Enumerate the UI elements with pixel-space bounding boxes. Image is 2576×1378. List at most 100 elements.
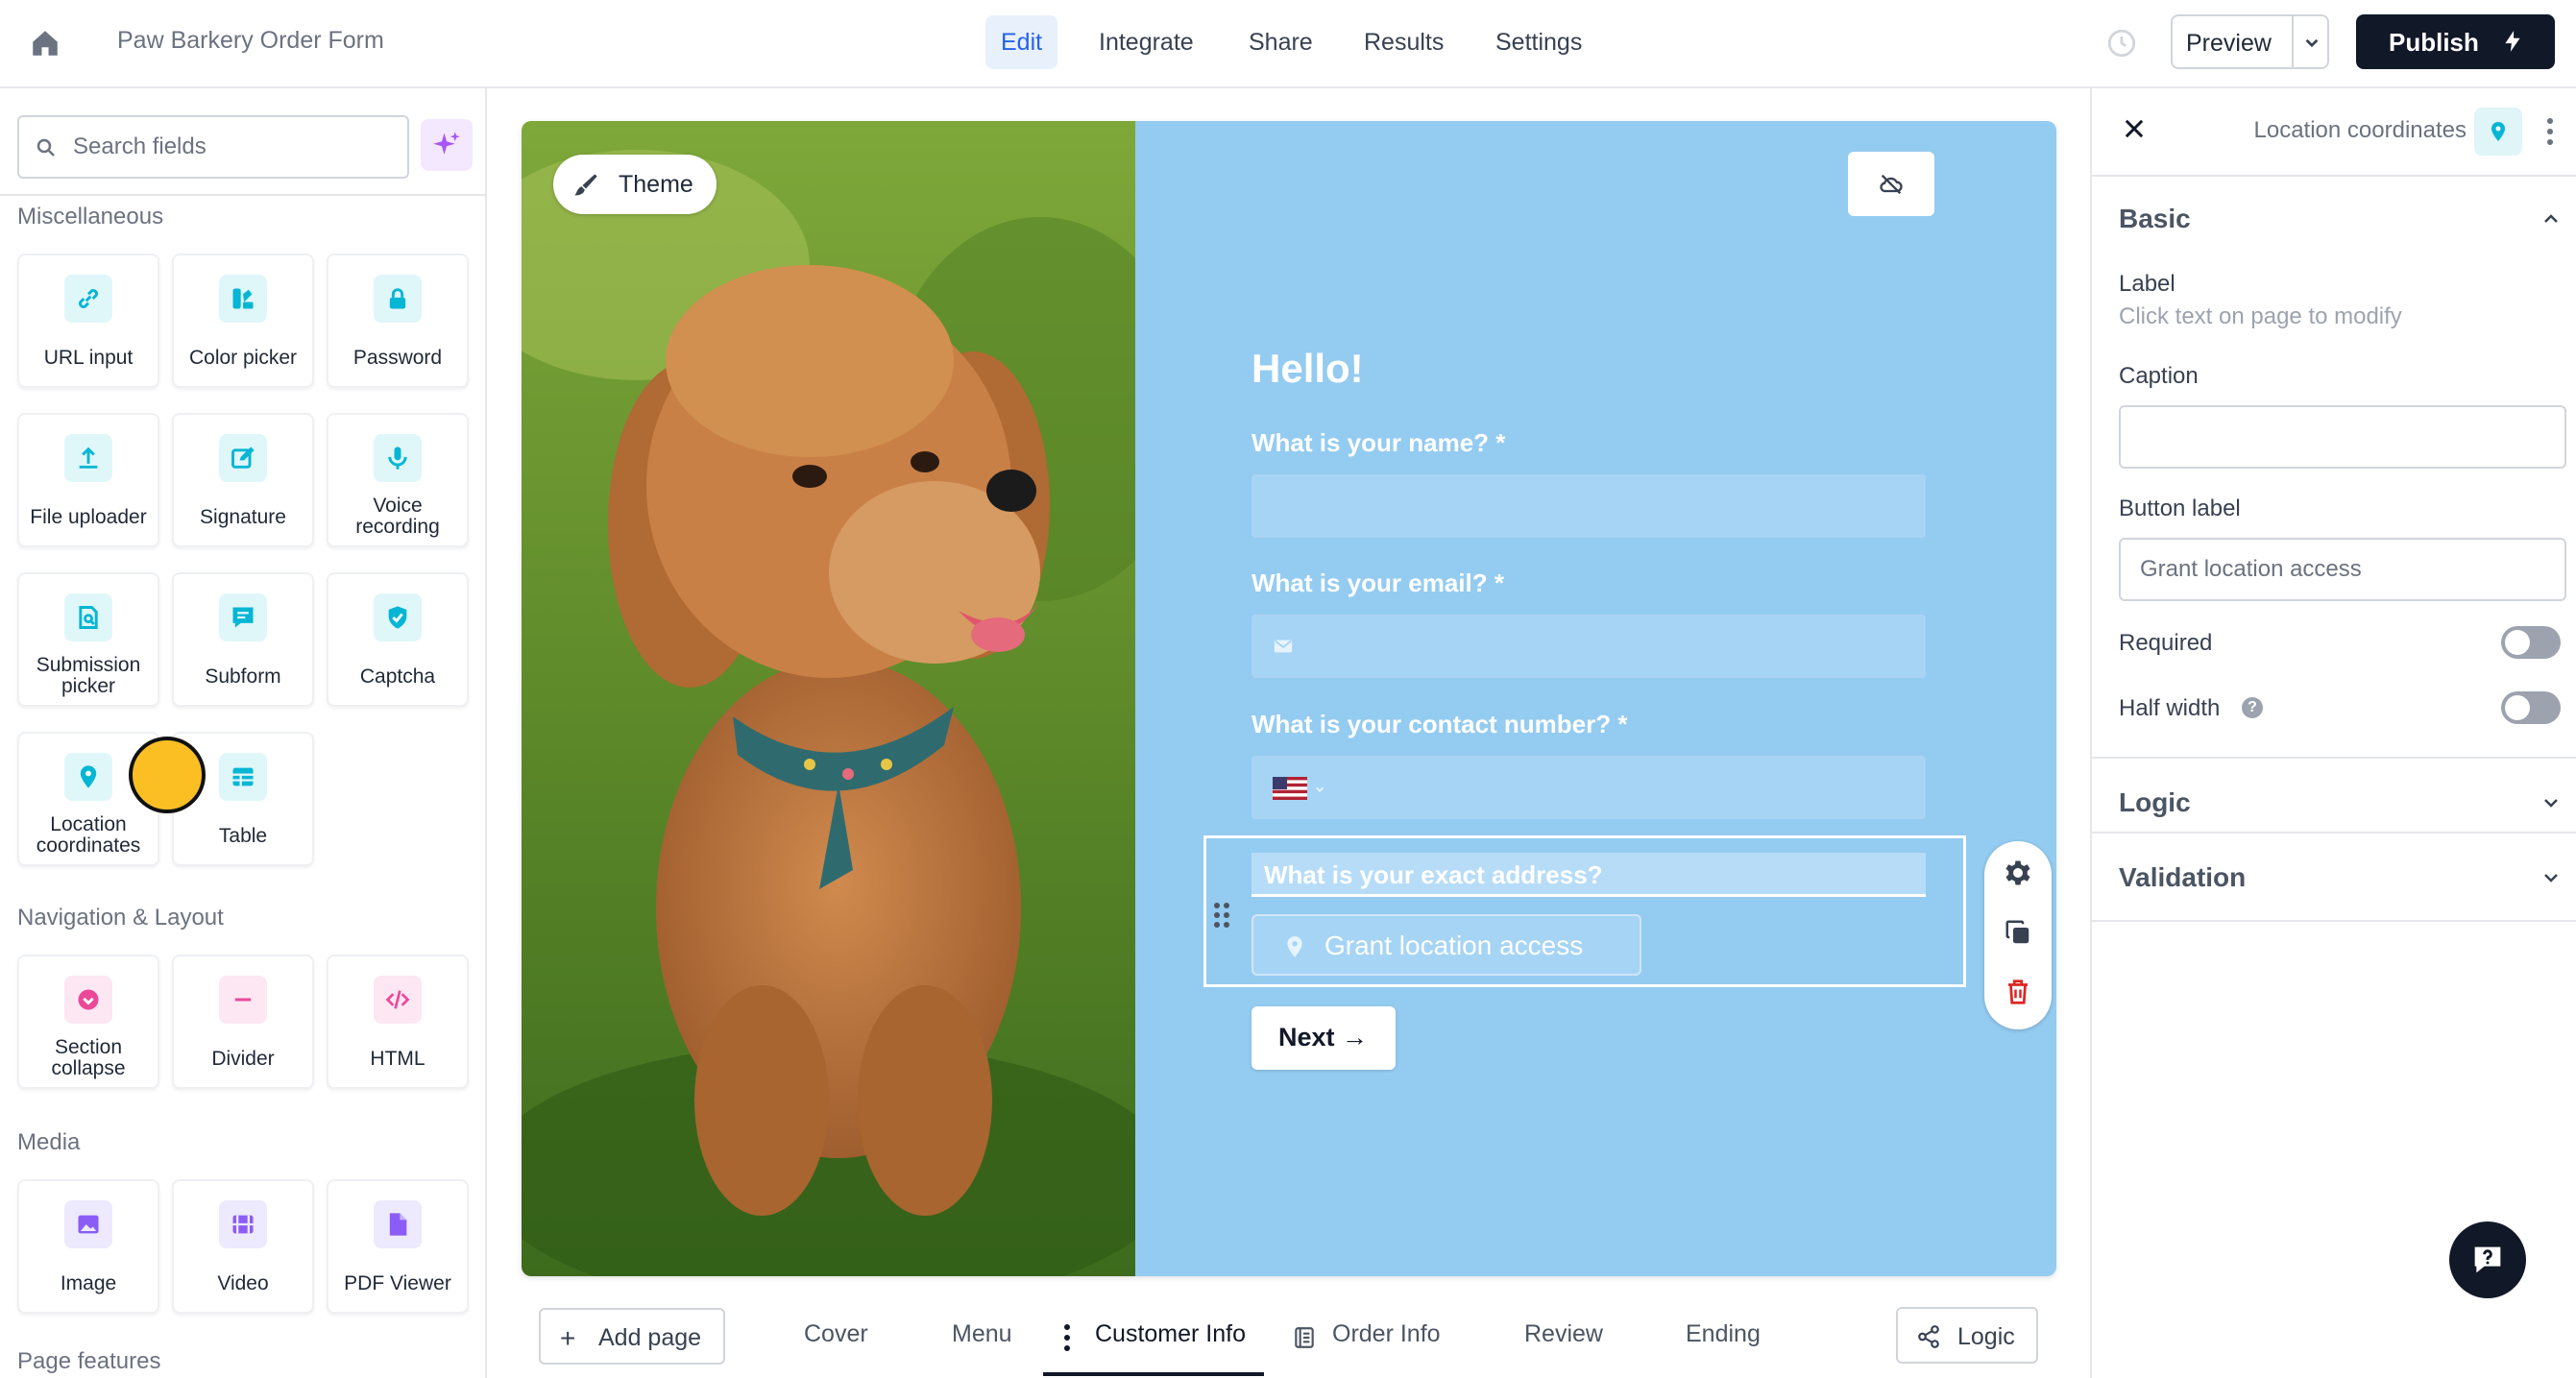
page-tab-cover[interactable]: Cover — [804, 1320, 868, 1348]
validation-section-toggle[interactable]: Validation — [2119, 862, 2246, 893]
help-icon[interactable]: ? — [2242, 697, 2263, 718]
tile-label: Image — [60, 1272, 117, 1294]
nav-share[interactable]: Share — [1233, 15, 1328, 69]
panel-title: Location coordinates — [2253, 117, 2467, 143]
tile-label: Section collapse — [51, 1036, 126, 1079]
pdf-icon — [374, 1200, 422, 1248]
page-tab-customer-info[interactable]: Customer Info — [1095, 1320, 1246, 1348]
field-voice-recording[interactable]: Voice recording — [327, 413, 469, 547]
field-subform[interactable]: Subform — [172, 572, 314, 707]
map-pin-icon — [64, 753, 112, 801]
close-icon[interactable] — [2121, 115, 2148, 142]
question-name-label[interactable]: What is your name? * — [1252, 428, 1505, 458]
gear-icon[interactable] — [2004, 858, 2032, 887]
grant-location-button[interactable]: Grant location access — [1252, 914, 1641, 976]
cloud-sync-button[interactable] — [1848, 152, 1934, 216]
chevron-up-icon[interactable] — [2540, 207, 2563, 230]
tile-label: Submission picker — [36, 654, 141, 697]
chevron-down-icon[interactable] — [2540, 791, 2563, 814]
toggle-knob — [2505, 695, 2530, 720]
duplicate-icon[interactable] — [2004, 918, 2032, 947]
nav-integrate[interactable]: Integrate — [1083, 15, 1209, 69]
link-icon — [64, 275, 112, 323]
preview-button[interactable]: Preview — [2171, 14, 2329, 69]
name-input[interactable] — [1252, 474, 1926, 538]
field-divider[interactable]: Divider — [172, 955, 314, 1089]
page-tab-order-info[interactable]: Order Info — [1332, 1320, 1441, 1348]
ai-sparkle-button[interactable] — [421, 119, 473, 171]
caption-input[interactable] — [2119, 405, 2566, 469]
basic-section-toggle[interactable]: Basic — [2119, 204, 2191, 234]
phone-input[interactable] — [1252, 756, 1926, 819]
nav-settings[interactable]: Settings — [1480, 15, 1597, 69]
field-pdf-viewer[interactable]: PDF Viewer — [327, 1179, 469, 1314]
form-title[interactable]: Paw Barkery Order Form — [117, 27, 384, 55]
search-input[interactable] — [73, 127, 390, 167]
tile-label: URL input — [43, 347, 134, 369]
field-color-picker[interactable]: Color picker — [172, 254, 314, 388]
history-icon[interactable] — [2105, 27, 2138, 60]
logic-section-toggle[interactable]: Logic — [2119, 787, 2191, 818]
trash-icon[interactable] — [2004, 978, 2032, 1006]
tile-label: File uploader — [30, 506, 147, 528]
field-submission-picker[interactable]: Submission picker — [17, 572, 159, 707]
us-flag-icon[interactable] — [1273, 777, 1307, 800]
field-section-collapse[interactable]: Section collapse — [17, 955, 159, 1089]
more-vertical-icon[interactable] — [2545, 117, 2555, 146]
question-email-label[interactable]: What is your email? * — [1252, 568, 1504, 598]
add-page-button[interactable]: + Add page — [539, 1308, 725, 1365]
chevron-down-icon[interactable] — [1313, 783, 1326, 796]
half-width-toggle[interactable] — [2501, 691, 2561, 724]
field-image[interactable]: Image — [17, 1179, 159, 1314]
preview-divider — [2292, 16, 2294, 67]
sparkle-icon — [433, 132, 460, 155]
field-html[interactable]: HTML — [327, 955, 469, 1089]
nav-edit[interactable]: Edit — [985, 15, 1058, 69]
drag-handle-icon[interactable] — [1212, 901, 1231, 930]
table-icon — [219, 753, 267, 801]
form-heading[interactable]: Hello! — [1252, 346, 1364, 392]
tile-label: Voice recording — [355, 495, 440, 538]
theme-button[interactable]: Theme — [553, 155, 717, 214]
question-phone-label[interactable]: What is your contact number? * — [1252, 710, 1628, 739]
address-question-label[interactable]: What is your exact address? — [1264, 860, 1603, 890]
page-tab-ending[interactable]: Ending — [1686, 1320, 1761, 1348]
field-file-uploader[interactable]: File uploader — [17, 413, 159, 547]
form-page: Hello! What is your name? * What is your… — [1135, 121, 2056, 1276]
field-settings-panel: Location coordinates Basic Label Click t… — [2090, 88, 2576, 1378]
lock-icon — [374, 275, 422, 323]
logic-button[interactable]: Logic — [1896, 1307, 2038, 1364]
section-miscellaneous: Miscellaneous — [17, 204, 164, 230]
field-signature[interactable]: Signature — [172, 413, 314, 547]
field-captcha[interactable]: Captcha — [327, 572, 469, 707]
home-icon[interactable] — [29, 27, 61, 60]
button-label-title: Button label — [2119, 496, 2241, 521]
page-tab-menu[interactable]: Menu — [952, 1320, 1012, 1348]
next-button[interactable]: Next → — [1252, 1006, 1396, 1070]
required-label: Required — [2119, 630, 2213, 656]
tile-label: Location coordinates — [36, 813, 141, 857]
active-tab-underline — [1043, 1372, 1264, 1376]
chevron-down-icon[interactable] — [2299, 30, 2324, 55]
bolt-icon — [2505, 31, 2520, 52]
button-label-input[interactable] — [2119, 538, 2566, 601]
dog-photo-image — [522, 121, 1135, 1276]
tile-label: Captcha — [359, 665, 436, 688]
publish-button[interactable]: Publish — [2356, 14, 2555, 69]
page-tab-review[interactable]: Review — [1524, 1320, 1603, 1348]
field-url-input[interactable]: URL input — [17, 254, 159, 388]
search-field[interactable] — [17, 115, 409, 179]
more-vertical-icon[interactable] — [1062, 1323, 1072, 1352]
chevron-down-icon[interactable] — [2540, 866, 2563, 889]
email-input[interactable] — [1252, 615, 1926, 678]
form-page-icon — [1295, 1327, 1314, 1348]
help-chat-button[interactable] — [2449, 1221, 2526, 1298]
field-password[interactable]: Password — [327, 254, 469, 388]
location-field-badge — [2474, 108, 2522, 156]
grant-location-label: Grant location access — [1324, 931, 1584, 960]
required-toggle[interactable] — [2501, 626, 2561, 659]
field-video[interactable]: Video — [172, 1179, 314, 1314]
map-pin-icon — [2491, 122, 2505, 141]
nav-results[interactable]: Results — [1349, 15, 1459, 69]
address-question[interactable]: What is your exact address? — [1252, 853, 1926, 897]
